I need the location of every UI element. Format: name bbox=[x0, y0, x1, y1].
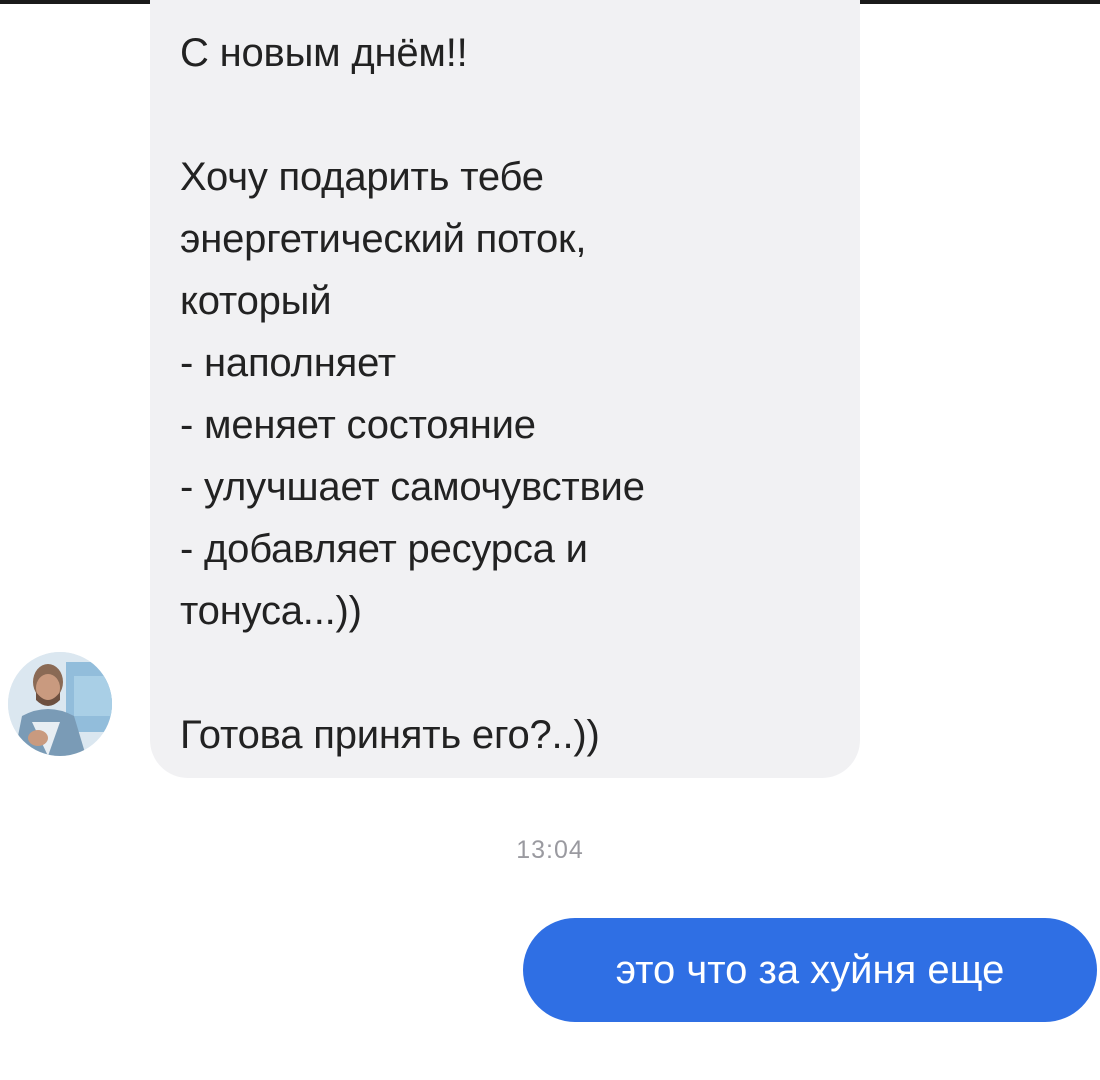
message-line: - меняет состояние bbox=[180, 403, 536, 447]
message-timestamp: 13:04 bbox=[516, 836, 584, 864]
incoming-message-bubble[interactable]: С новым днём!! Хочу подарить тебе энерге… bbox=[150, 0, 860, 778]
avatar-photo-icon bbox=[8, 652, 112, 756]
message-line: С новым днём!! bbox=[180, 31, 468, 75]
message-line: Хочу подарить тебе bbox=[180, 155, 544, 199]
incoming-message-text: С новым днём!! Хочу подарить тебе энерге… bbox=[180, 22, 860, 766]
contact-avatar[interactable] bbox=[8, 652, 112, 756]
message-line: - улучшает самочувствие bbox=[180, 465, 645, 509]
chat-screen: С новым днём!! Хочу подарить тебе энерге… bbox=[0, 0, 1100, 1080]
message-line bbox=[180, 642, 860, 704]
message-line: который bbox=[180, 279, 332, 323]
outgoing-message-text: это что за хуйня еще bbox=[615, 947, 1005, 992]
message-line: - наполняет bbox=[180, 341, 396, 385]
message-line: Готова принять его?..)) bbox=[180, 713, 600, 757]
message-line bbox=[180, 84, 860, 146]
message-line: - добавляет ресурса и bbox=[180, 527, 588, 571]
outgoing-message-bubble[interactable]: это что за хуйня еще bbox=[523, 918, 1097, 1022]
message-line: тонуса...)) bbox=[180, 589, 362, 633]
message-line: энергетический поток, bbox=[180, 217, 587, 261]
